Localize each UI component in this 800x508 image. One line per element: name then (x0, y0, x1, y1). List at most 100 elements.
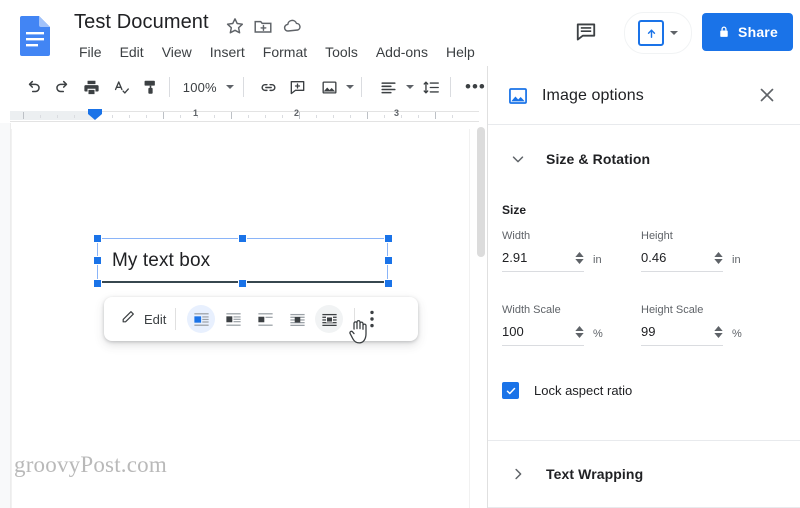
resize-handle-top-right[interactable] (384, 234, 393, 243)
height-label: Height (641, 230, 673, 242)
text-box-content[interactable]: My text box (112, 250, 210, 272)
share-label: Share (738, 24, 778, 40)
insert-image-combo[interactable] (309, 73, 355, 101)
menu-tools[interactable]: Tools (316, 43, 367, 61)
close-icon[interactable] (756, 84, 780, 108)
height-stepper[interactable] (714, 251, 723, 264)
width-value: 2.91 (502, 250, 528, 265)
wrap-inline-icon[interactable] (187, 305, 216, 333)
height-scale-stepper[interactable] (714, 325, 723, 338)
menu-file[interactable]: File (70, 43, 111, 61)
ruler-mark-3: 3 (394, 108, 400, 118)
present-button[interactable] (624, 12, 692, 54)
height-field: Height 0.46 in (641, 230, 751, 272)
zoom-selector[interactable]: 100% (177, 74, 236, 100)
menu-addons[interactable]: Add-ons (367, 43, 437, 61)
width-scale-value: 100 (502, 324, 524, 339)
height-scale-input[interactable]: 99 (641, 324, 723, 346)
resize-handle-middle-left[interactable] (93, 256, 102, 265)
chevron-down-icon[interactable] (670, 31, 678, 35)
move-to-folder-icon[interactable] (252, 15, 276, 39)
edit-label: Edit (144, 311, 167, 327)
height-scale-label: Height Scale (641, 304, 704, 316)
chevron-down-icon (346, 85, 355, 89)
resize-handle-bottom-center[interactable] (238, 279, 247, 288)
resize-handle-middle-right[interactable] (384, 256, 393, 265)
chevron-down-icon (225, 85, 234, 89)
more-icon[interactable]: ••• (464, 73, 487, 101)
share-button[interactable]: Share (702, 13, 793, 51)
undo-icon[interactable] (22, 73, 45, 101)
width-scale-field: Width Scale 100 % (502, 304, 612, 346)
menu-view[interactable]: View (153, 43, 201, 61)
print-icon[interactable] (80, 73, 103, 101)
chevron-right-icon (507, 463, 529, 485)
insert-image-icon[interactable] (315, 73, 343, 101)
align-icon[interactable] (375, 73, 403, 101)
redo-icon[interactable] (51, 73, 74, 101)
menu-bar: File Edit View Insert Format Tools Add-o… (70, 43, 487, 61)
more-vertical-icon[interactable] (370, 310, 375, 328)
wrap-in-front-of-text-icon[interactable] (315, 305, 344, 333)
edit-button[interactable]: Edit (120, 308, 166, 330)
image-options-panel: Image options Size & Rotation Size Width (487, 66, 800, 508)
ruler-mark-1: 1 (193, 108, 199, 118)
more-dots: ••• (465, 77, 486, 96)
toolbar-divider (242, 77, 244, 97)
add-comment-icon[interactable] (286, 73, 309, 101)
toolbar-divider (450, 77, 451, 97)
toolbar-divider (175, 308, 177, 330)
toolbar-divider (361, 77, 362, 97)
comment-icon[interactable] (573, 19, 599, 45)
lock-aspect-ratio-row[interactable]: Lock aspect ratio (502, 382, 632, 399)
height-unit: in (732, 254, 741, 266)
resize-handle-bottom-left[interactable] (93, 279, 102, 288)
vertical-scrollbar-thumb[interactable] (477, 127, 485, 257)
google-docs-logo[interactable] (18, 14, 54, 58)
width-input[interactable]: 2.91 (502, 250, 584, 272)
menu-insert[interactable]: Insert (201, 43, 254, 61)
header-actions: Share (487, 0, 800, 66)
wrap-break-text-icon[interactable] (251, 305, 279, 333)
lock-aspect-ratio-checkbox[interactable] (502, 382, 519, 399)
height-scale-unit: % (732, 328, 742, 340)
width-scale-input[interactable]: 100 (502, 324, 584, 346)
resize-handle-bottom-right[interactable] (384, 279, 393, 288)
present-icon (638, 20, 664, 46)
resize-handle-top-center[interactable] (238, 234, 247, 243)
size-and-rotation-section: Size & Rotation Size Width 2.91 in Heigh… (488, 124, 800, 440)
width-field: Width 2.91 in (502, 230, 612, 272)
menu-edit[interactable]: Edit (111, 43, 153, 61)
panel-section-divider (488, 440, 800, 441)
align-combo[interactable] (369, 73, 414, 101)
link-icon[interactable] (257, 73, 280, 101)
wrap-behind-text-icon[interactable] (283, 305, 311, 333)
width-label: Width (502, 230, 531, 242)
width-unit: in (593, 254, 602, 266)
width-stepper[interactable] (575, 251, 584, 264)
cloud-saved-icon[interactable] (282, 15, 306, 39)
left-indent-marker-icon[interactable] (88, 109, 102, 120)
size-rotation-header[interactable]: Size & Rotation (507, 148, 650, 170)
menu-format[interactable]: Format (254, 43, 316, 61)
spellcheck-icon[interactable] (110, 73, 133, 101)
panel-header: Image options (488, 66, 800, 125)
chevron-down-icon (507, 148, 529, 170)
line-spacing-icon[interactable] (420, 73, 443, 101)
paint-format-icon[interactable] (139, 73, 162, 101)
google-docs-window: Test Document File Edit View Insert Form… (0, 0, 800, 508)
resize-handle-top-left[interactable] (93, 234, 102, 243)
width-scale-unit: % (593, 328, 603, 340)
pencil-icon (120, 308, 137, 330)
document-title[interactable]: Test Document (74, 11, 209, 34)
star-outline-icon[interactable] (224, 15, 248, 39)
mouse-cursor-pointer-icon (349, 319, 371, 345)
menu-help[interactable]: Help (437, 43, 484, 61)
panel-title: Image options (542, 87, 644, 104)
horizontal-ruler[interactable]: 1 2 3 (0, 107, 487, 124)
wrap-text-icon[interactable] (219, 305, 247, 333)
size-group-label: Size (502, 203, 527, 217)
text-wrapping-header[interactable]: Text Wrapping (507, 463, 643, 485)
width-scale-stepper[interactable] (575, 325, 584, 338)
height-input[interactable]: 0.46 (641, 250, 723, 272)
